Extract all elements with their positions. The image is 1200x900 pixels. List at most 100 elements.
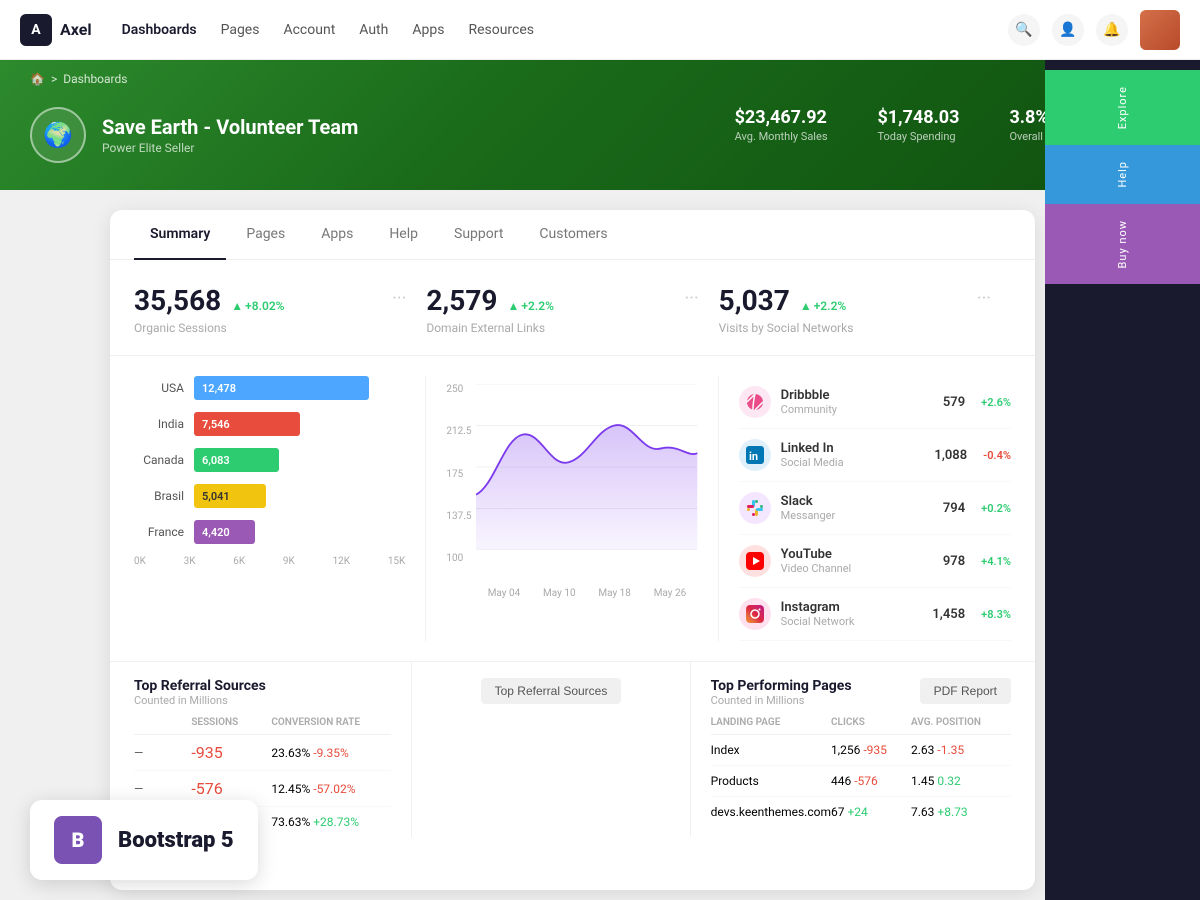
avatar[interactable]: [1140, 10, 1180, 50]
social-visits-label: Visits by Social Networks: [719, 321, 991, 335]
stat-external-links: ··· 2,579 +2.2% Domain External Links: [426, 284, 718, 355]
logo-icon: A: [20, 14, 52, 46]
stat-organic: ··· 35,568 +8.02% Organic Sessions: [134, 284, 426, 355]
referral-title: Top Referral Sources: [134, 678, 391, 694]
instagram-icon: [739, 598, 771, 630]
explore-label: Explore: [1116, 86, 1129, 129]
tab-support[interactable]: Support: [438, 210, 519, 260]
profile-button[interactable]: 👤: [1052, 14, 1084, 46]
line-chart-area: 250 212.5 175 137.5 100: [446, 384, 697, 584]
hero-banner: 🏠 > Dashboards 🌍 Save Earth - Volunteer …: [0, 60, 1200, 190]
bar-france-bar: 4,420: [194, 520, 255, 544]
top-pages-row-2: Products 446 -576 1.45 0.32: [711, 766, 1011, 797]
bar-canada-label: Canada: [134, 453, 184, 467]
tab-apps[interactable]: Apps: [305, 210, 369, 260]
tab-pages[interactable]: Pages: [230, 210, 301, 260]
dribbble-icon: [739, 386, 771, 418]
logo-area[interactable]: A Axel: [20, 14, 92, 46]
bar-chart: USA 12,478 India 7,546 Canada: [134, 376, 426, 641]
nav-dashboards[interactable]: Dashboards: [122, 18, 197, 42]
referral-subtitle: Counted in Millions: [134, 694, 391, 707]
top-pages-pdf-button[interactable]: PDF Report: [920, 678, 1011, 704]
bootstrap-text: Bootstrap 5: [118, 828, 234, 853]
org-logo: 🌍: [30, 107, 86, 163]
nav-pages[interactable]: Pages: [221, 18, 260, 42]
chart-x-labels: May 04 May 10 May 18 May 26: [446, 588, 697, 599]
pdf-report-button[interactable]: Top Referral Sources: [481, 678, 622, 704]
organic-sessions-change: +8.02%: [231, 299, 284, 313]
top-pages-subtitle: Counted in Millions: [711, 694, 852, 707]
external-links-label: Domain External Links: [426, 321, 698, 335]
org-name: Save Earth - Volunteer Team: [102, 115, 358, 139]
bar-usa-bar: 12,478: [194, 376, 369, 400]
bar-india: India 7,546: [134, 412, 405, 436]
social-visits-change: +2.2%: [800, 299, 846, 313]
breadcrumb-dashboards[interactable]: Dashboards: [63, 72, 127, 86]
social-youtube: YouTube Video Channel 978 +4.1%: [739, 535, 1011, 588]
social-visits-value: 5,037: [719, 284, 790, 317]
bar-india-label: India: [134, 417, 184, 431]
stat-organic-menu[interactable]: ···: [392, 288, 406, 309]
notifications-button[interactable]: 🔔: [1096, 14, 1128, 46]
main-card: Summary Pages Apps Help Support Customer…: [110, 210, 1035, 890]
search-button[interactable]: 🔍: [1008, 14, 1040, 46]
explore-button[interactable]: Explore: [1045, 70, 1200, 145]
bar-france-label: France: [134, 525, 184, 539]
bar-brasil-label: Brasil: [134, 489, 184, 503]
tab-help[interactable]: Help: [373, 210, 434, 260]
dark-side-panel: Explore Help Buy now: [1045, 0, 1200, 900]
nav-resources[interactable]: Resources: [468, 18, 534, 42]
tab-summary[interactable]: Summary: [134, 210, 226, 260]
nav-links: Dashboards Pages Account Auth Apps Resou…: [122, 18, 1008, 42]
top-nav: A Axel Dashboards Pages Account Auth App…: [0, 0, 1200, 60]
org-subtitle: Power Elite Seller: [102, 141, 358, 155]
social-instagram: Instagram Social Network 1,458 +8.3%: [739, 588, 1011, 641]
bootstrap-icon: B: [54, 816, 102, 864]
bar-india-bar: 7,546: [194, 412, 300, 436]
hero-content: 🌍 Save Earth - Volunteer Team Power Elit…: [30, 107, 358, 163]
social-chart: Dribbble Community 579 +2.6% in Linked I…: [719, 376, 1011, 641]
bar-usa-label: USA: [134, 381, 184, 395]
top-pages-title: Top Performing Pages: [711, 678, 852, 694]
nav-auth[interactable]: Auth: [359, 18, 388, 42]
nav-right: 🔍 👤 🔔: [1008, 10, 1180, 50]
stat-monthly-sales: $23,467.92 Avg. Monthly Sales: [735, 107, 828, 143]
social-slack: Slack Messanger 794 +0.2%: [739, 482, 1011, 535]
chart-y-labels: 250 212.5 175 137.5 100: [446, 384, 471, 564]
top-pages-panel: Top Performing Pages Counted in Millions…: [691, 662, 1011, 837]
home-icon: 🏠: [30, 72, 45, 86]
external-links-change: +2.2%: [507, 299, 553, 313]
logo-text: Axel: [60, 20, 92, 39]
stat-external-menu[interactable]: ···: [685, 288, 699, 309]
social-dribbble: Dribbble Community 579 +2.6%: [739, 376, 1011, 429]
referral-header: SESSIONS CONVERSION RATE: [134, 717, 391, 735]
breadcrumb: 🏠 > Dashboards: [30, 72, 127, 86]
stat-today-spending: $1,748.03 Today Spending: [878, 107, 960, 143]
pdf-panel: Top Referral Sources: [412, 662, 690, 837]
nav-apps[interactable]: Apps: [412, 18, 444, 42]
external-links-value: 2,579: [426, 284, 497, 317]
linkedin-icon: in: [739, 439, 771, 471]
top-pages-header: LANDING PAGE CLICKS AVG. POSITION: [711, 717, 1011, 735]
referral-row-1: — -935 23.63% -9.35%: [134, 735, 391, 771]
nav-account[interactable]: Account: [283, 18, 335, 42]
bootstrap-badge: B Bootstrap 5: [30, 800, 258, 880]
bar-canada: Canada 6,083: [134, 448, 405, 472]
tab-customers[interactable]: Customers: [523, 210, 623, 260]
help-button[interactable]: Help: [1045, 145, 1200, 204]
top-pages-row-3: devs.keenthemes.com 67 +24 7.63 +8.73: [711, 797, 1011, 827]
bar-usa: USA 12,478: [134, 376, 405, 400]
stats-row: ··· 35,568 +8.02% Organic Sessions ··· 2…: [110, 260, 1035, 356]
bar-brasil-bar: 5,041: [194, 484, 266, 508]
org-info: Save Earth - Volunteer Team Power Elite …: [102, 115, 358, 155]
organic-sessions-value: 35,568: [134, 284, 221, 317]
top-pages-row-1: Index 1,256 -935 2.63 -1.35: [711, 735, 1011, 766]
bar-france: France 4,420: [134, 520, 405, 544]
bar-axis: 0K 3K 6K 9K 12K 15K: [134, 556, 405, 567]
stat-social-menu[interactable]: ···: [977, 288, 991, 309]
organic-sessions-label: Organic Sessions: [134, 321, 406, 335]
slack-icon: [739, 492, 771, 524]
social-linkedin: in Linked In Social Media 1,088 -0.4%: [739, 429, 1011, 482]
buy-now-button[interactable]: Buy now: [1045, 204, 1200, 284]
bar-canada-bar: 6,083: [194, 448, 279, 472]
